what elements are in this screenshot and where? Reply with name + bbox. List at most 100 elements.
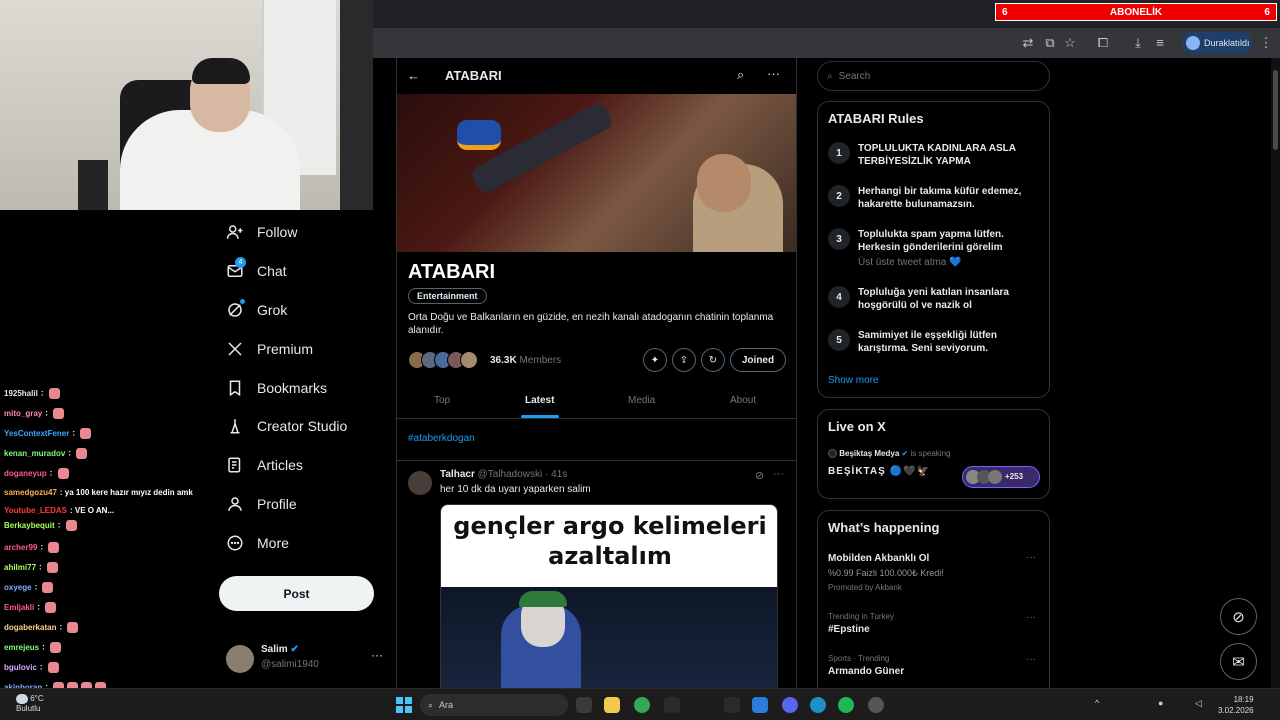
invite-button[interactable]: ↻ <box>701 348 725 372</box>
chat-username[interactable]: oxyege <box>4 583 32 592</box>
bookmark-star-icon[interactable]: ☆ <box>1062 35 1078 51</box>
chat-username[interactable]: Youtube_LEDAS <box>4 506 67 515</box>
install-app-icon[interactable]: ⧉ <box>1042 35 1058 51</box>
chat-message: samedgozu47: ya 100 kere hazır mıyız ded… <box>4 488 193 497</box>
chat-username[interactable]: YesContextFener <box>4 429 69 438</box>
scrollbar-thumb[interactable] <box>1273 70 1278 150</box>
trend-more-icon[interactable]: ··· <box>1026 654 1036 665</box>
category-badge[interactable]: Entertainment <box>408 288 487 304</box>
search-input[interactable]: ⌕ Search <box>817 61 1050 91</box>
chat-username[interactable]: samedgozu47 <box>4 488 57 497</box>
chat-username[interactable]: kenan_muradov <box>4 449 65 458</box>
listener-count: +253 <box>1005 472 1024 481</box>
grok-explain-icon[interactable]: ⊘ <box>755 469 764 482</box>
more-icon <box>226 534 244 552</box>
live-card[interactable]: Live on X Beşiktaş Medya ✔ is speaking B… <box>817 409 1050 499</box>
volume-icon[interactable]: ◁ <box>1195 698 1202 709</box>
sidebar-item-follow[interactable]: Follow <box>226 220 297 244</box>
more-options-icon[interactable]: ··· <box>767 66 780 81</box>
chat-message: mito_gray: <box>4 408 65 419</box>
file-explorer-icon[interactable] <box>604 697 620 713</box>
sidebar-item-chat[interactable]: 4 Chat <box>226 257 287 283</box>
tab-media[interactable]: Media <box>628 395 655 406</box>
chat-username[interactable]: Emljakli <box>4 603 34 612</box>
chat-username[interactable]: mito_gray <box>4 409 42 418</box>
mic-icon[interactable]: ● <box>1158 698 1163 708</box>
pin-grok-button[interactable]: ✦ <box>643 348 667 372</box>
sidebar-item-articles[interactable]: Articles <box>226 453 303 477</box>
tab-top[interactable]: Top <box>434 395 450 406</box>
spotify-icon[interactable] <box>838 697 854 713</box>
app-icon[interactable] <box>752 697 768 713</box>
app-icon[interactable] <box>868 697 884 713</box>
tab-about[interactable]: About <box>730 395 756 406</box>
weather-widget[interactable]: 6°C Bulutlu <box>16 694 44 714</box>
task-view-icon[interactable] <box>576 697 592 713</box>
chat-username[interactable]: archer99 <box>4 543 37 552</box>
member-count[interactable]: 36.3K Members <box>490 355 561 366</box>
tweet-more-icon[interactable]: ··· <box>773 468 784 480</box>
browser-profile-button[interactable]: Duraklatıldı <box>1182 32 1252 54</box>
pinned-hashtag[interactable]: #ataberkdogan <box>408 433 475 444</box>
back-arrow-icon[interactable]: ← <box>407 68 420 83</box>
sidebar-item-profile[interactable]: Profile <box>226 492 297 516</box>
rule-text: Toplulukta spam yapma lütfen. Herkesin g… <box>858 229 1004 253</box>
sub-goal-left: 6 <box>1002 6 1008 18</box>
clock[interactable]: 18:19 3.02.2026 <box>1218 694 1254 716</box>
tab-latest[interactable]: Latest <box>525 395 554 406</box>
tweet-media[interactable]: gençler argo kelimeleri azaltalım <box>440 504 778 698</box>
chat-username[interactable]: bgulovic <box>4 663 37 672</box>
rules-show-more[interactable]: Show more <box>828 375 879 386</box>
sidebar-item-label: Profile <box>257 496 297 512</box>
browser-icon[interactable] <box>810 697 826 713</box>
tweet-author-avatar[interactable] <box>408 471 432 495</box>
grok-fab[interactable]: ⊘ <box>1220 598 1257 635</box>
messages-fab[interactable]: ✉ <box>1220 643 1257 680</box>
browser-menu-icon[interactable]: ⋮ <box>1258 35 1274 51</box>
chat-username[interactable]: dogaberkatan <box>4 623 56 632</box>
sidebar-item-bookmarks[interactable]: Bookmarks <box>226 376 327 400</box>
joined-button[interactable]: Joined <box>730 348 786 372</box>
emote-icon <box>50 642 62 653</box>
post-button[interactable]: Post <box>219 576 374 611</box>
extensions-icon[interactable]: ⧠ <box>1095 35 1111 51</box>
community-name: ATABARI <box>408 261 496 283</box>
account-more-icon[interactable]: ··· <box>371 648 383 662</box>
emote-icon <box>76 448 88 459</box>
sidebar-item-premium[interactable]: Premium <box>226 337 313 361</box>
scrollbar[interactable] <box>1271 58 1280 698</box>
taskbar-search[interactable]: ⌕ Ara <box>420 694 568 716</box>
chat-username[interactable]: Berkaybequit <box>4 521 55 530</box>
tweet-author[interactable]: Talhacr @Talhadowski · 41s <box>440 469 567 480</box>
reading-list-icon[interactable]: ≡ <box>1152 35 1168 51</box>
app-icon[interactable] <box>664 697 680 713</box>
sidebar-item-creator-studio[interactable]: Creator Studio <box>226 414 347 438</box>
webcam-shelf <box>340 0 373 210</box>
search-icon[interactable]: ⌕ <box>737 67 744 83</box>
trend-title[interactable]: Armando Güner <box>828 666 904 677</box>
chat-username[interactable]: 1925halil <box>4 389 38 398</box>
share-button[interactable]: ⇪ <box>672 348 696 372</box>
sidebar-item-grok[interactable]: Grok <box>226 298 287 322</box>
sidebar-item-label: Articles <box>257 457 303 473</box>
download-icon[interactable]: ⤓ <box>1130 35 1146 51</box>
subscriber-goal-overlay: 6 ABONELİK 6 <box>995 3 1277 21</box>
listeners-pill[interactable]: +253 <box>962 466 1040 488</box>
trend-more-icon[interactable]: ··· <box>1026 612 1036 623</box>
discord-icon[interactable] <box>782 697 798 713</box>
sidebar-item-more[interactable]: More <box>226 531 289 555</box>
chat-username[interactable]: ahilmi77 <box>4 563 36 572</box>
trend-title[interactable]: #Epstine <box>828 624 870 635</box>
chat-username[interactable]: doganeyup <box>4 469 47 478</box>
tray-chevron-icon[interactable]: ^ <box>1095 698 1099 708</box>
translate-icon[interactable]: ⇄ <box>1020 35 1036 51</box>
account-switcher[interactable]: Salim ✔ @salimi1940 ··· <box>226 640 386 680</box>
member-avatars[interactable] <box>408 351 486 371</box>
app-icon[interactable] <box>724 697 740 713</box>
start-button[interactable] <box>396 697 412 713</box>
community-banner <box>397 94 796 252</box>
trend-more-icon[interactable]: ··· <box>1026 552 1036 563</box>
chrome-icon[interactable] <box>634 697 650 713</box>
chat-username[interactable]: emrejeus <box>4 643 39 652</box>
trend-title[interactable]: Mobilden Akbanklı Ol <box>828 553 929 564</box>
